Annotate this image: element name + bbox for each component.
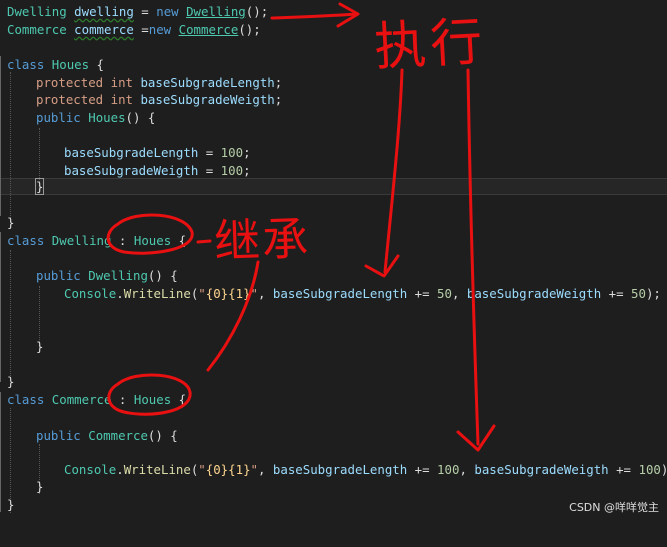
arrow-down-annotation	[466, 68, 480, 446]
annotation-layer	[106, 2, 496, 452]
arrow-right-annotation	[270, 12, 358, 20]
connector-annotation	[206, 260, 260, 372]
inherit-annotation-label: 继承	[213, 211, 312, 269]
dash-annotation	[196, 239, 212, 244]
circle-annotation	[106, 213, 194, 255]
circle-annotation	[107, 373, 192, 416]
arrow-down-annotation	[383, 68, 404, 274]
code-editor[interactable]: Dwelling dwelling = new Dwelling(); Comm…	[0, 0, 667, 524]
watermark: CSDN @咩咩觉主	[569, 501, 659, 514]
execute-annotation-label: 执行	[372, 12, 488, 78]
arrow-down-head	[364, 254, 400, 278]
